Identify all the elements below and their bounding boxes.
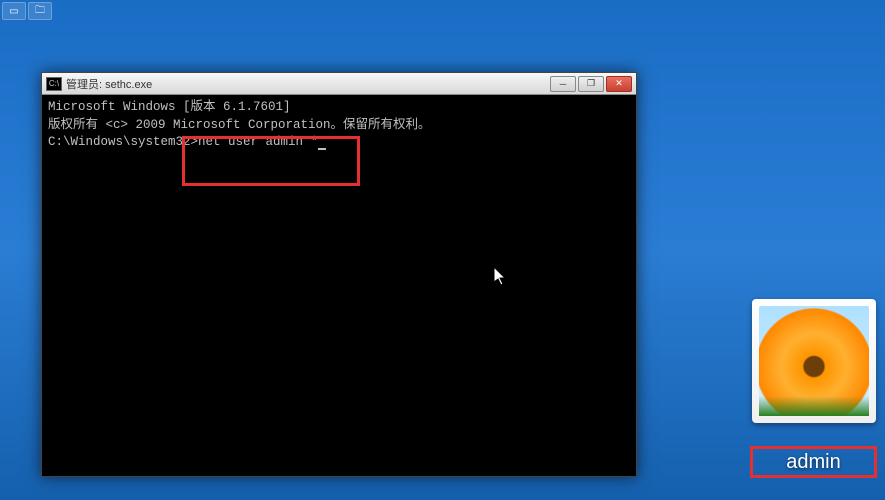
user-account-tile[interactable] <box>750 299 877 439</box>
cursor <box>318 148 326 150</box>
cmd-icon: C:\ <box>46 77 62 91</box>
user-avatar-frame <box>752 299 876 423</box>
maximize-button[interactable]: ❐ <box>578 76 604 92</box>
taskbar-icon-window[interactable]: ▭ <box>2 2 26 20</box>
close-button[interactable]: ✕ <box>606 76 632 92</box>
user-avatar-image <box>759 306 869 416</box>
prompt: C:\Windows\system32> <box>48 135 198 149</box>
taskbar-quick-icons: ▭ 🗀 <box>0 0 54 22</box>
terminal-prompt-line: C:\Windows\system32>net user admin * <box>48 134 630 152</box>
minimize-button[interactable]: ─ <box>550 76 576 92</box>
terminal-line: Microsoft Windows [版本 6.1.7601] <box>48 99 630 117</box>
window-titlebar[interactable]: C:\ 管理员: sethc.exe ─ ❐ ✕ <box>42 73 636 95</box>
terminal-line: 版权所有 <c> 2009 Microsoft Corporation。保留所有… <box>48 117 630 135</box>
command-text: net user admin * <box>198 135 318 149</box>
window-controls: ─ ❐ ✕ <box>550 76 632 92</box>
user-name-text: admin <box>786 451 840 474</box>
window-title: 管理员: sethc.exe <box>66 76 550 92</box>
taskbar-icon-folder[interactable]: 🗀 <box>28 2 52 20</box>
command-prompt-window: C:\ 管理员: sethc.exe ─ ❐ ✕ Microsoft Windo… <box>41 72 637 477</box>
user-name-label[interactable]: admin <box>750 446 877 478</box>
terminal-body[interactable]: Microsoft Windows [版本 6.1.7601] 版权所有 <c>… <box>42 95 636 476</box>
